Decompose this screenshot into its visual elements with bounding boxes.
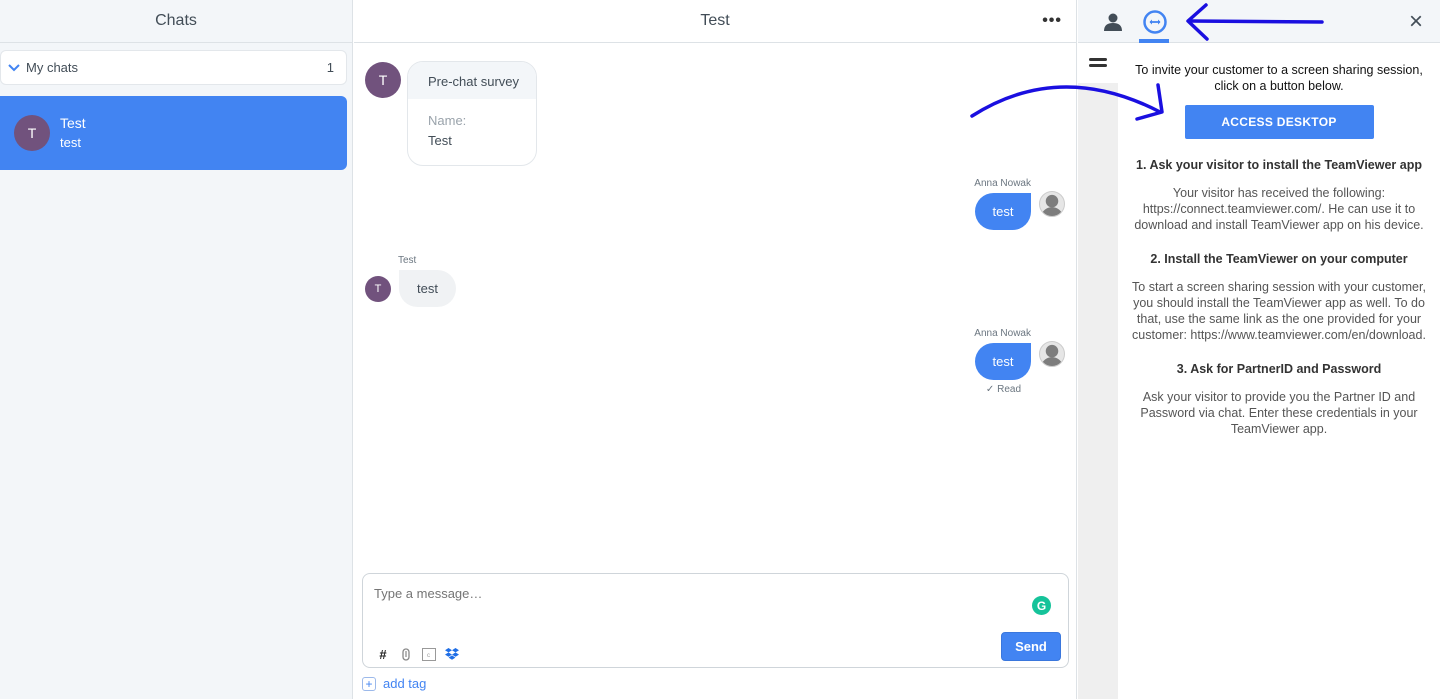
add-tag-label: add tag	[383, 676, 427, 691]
send-button[interactable]: Send	[1001, 632, 1061, 661]
agent-avatar	[1039, 191, 1065, 217]
plus-icon: +	[362, 676, 376, 691]
access-desktop-button[interactable]: ACCESS DESKTOP	[1184, 105, 1374, 139]
chat-header: Test •••	[354, 0, 1076, 43]
message-bubble: test	[975, 343, 1031, 380]
read-receipt: ✓ Read	[986, 384, 1021, 395]
close-icon[interactable]: ×	[1409, 10, 1423, 34]
chat-item-preview: test	[60, 135, 81, 150]
message-input[interactable]	[374, 586, 1014, 601]
step-title: 1. Ask your visitor to install the TeamV…	[1136, 158, 1422, 172]
my-chats-group-toggle[interactable]: My chats 1	[0, 50, 347, 85]
chat-title: Test	[700, 12, 730, 29]
teamviewer-instructions: To invite your customer to a screen shar…	[1118, 43, 1440, 437]
chats-panel: Chats My chats 1 T Test test	[0, 0, 353, 699]
svg-text:c: c	[427, 653, 430, 659]
step-text: To start a screen sharing session with y…	[1132, 280, 1426, 342]
grammarly-icon[interactable]: G	[1032, 596, 1051, 615]
invite-intro-text: To invite your customer to a screen shar…	[1135, 63, 1423, 93]
hashtag-icon[interactable]: #	[376, 647, 390, 662]
canned-response-icon[interactable]: c	[422, 647, 436, 661]
read-status: Read	[997, 384, 1021, 395]
step-title: 2. Install the TeamViewer on your comput…	[1150, 252, 1408, 266]
survey-title: Pre-chat survey	[408, 62, 536, 99]
survey-field-value: Test	[428, 133, 452, 148]
agent-avatar	[1039, 341, 1065, 367]
chat-item-name: Test	[60, 115, 86, 131]
dropbox-icon[interactable]	[445, 647, 459, 661]
message-bubble: test	[399, 270, 456, 307]
pre-chat-survey-card: Pre-chat survey Name: Test	[407, 61, 537, 166]
chat-panel: Test ••• T Pre-chat survey Name: Test An…	[354, 0, 1077, 699]
message-bubble: test	[975, 193, 1031, 230]
message-author: Anna Nowak	[974, 178, 1031, 189]
paperclip-icon[interactable]	[399, 647, 413, 661]
side-panel: × To invite your customer to a screen sh…	[1078, 0, 1440, 699]
more-options-icon[interactable]: •••	[1042, 12, 1062, 30]
customer-details-icon[interactable]	[1099, 8, 1127, 36]
teamviewer-icon[interactable]	[1141, 8, 1169, 36]
visitor-avatar: T	[365, 62, 401, 98]
side-panel-tabs: ×	[1078, 0, 1440, 43]
step-text: Your visitor has received the following:…	[1134, 186, 1424, 232]
message-author: Anna Nowak	[974, 328, 1031, 339]
check-icon: ✓	[985, 384, 995, 395]
survey-field-label: Name:	[428, 113, 467, 128]
add-tag-button[interactable]: + add tag	[362, 676, 426, 691]
drag-handle-icon[interactable]	[1078, 43, 1118, 83]
side-panel-gutter	[1078, 43, 1118, 699]
avatar: T	[14, 115, 50, 151]
agent-message: Anna Nowak test	[974, 178, 1065, 230]
chevron-down-icon	[8, 62, 20, 74]
message-composer: G # c Send	[362, 573, 1069, 668]
my-chats-count: 1	[326, 60, 334, 75]
message-author: Test	[398, 255, 417, 266]
visitor-avatar: T	[365, 275, 391, 302]
chat-list-item[interactable]: T Test test	[0, 96, 347, 170]
agent-message: Anna Nowak test ✓ Read	[974, 328, 1065, 395]
chats-panel-title: Chats	[0, 0, 352, 43]
step-title: 3. Ask for PartnerID and Password	[1176, 362, 1382, 376]
step-text: Ask your visitor to provide you the Part…	[1140, 390, 1418, 436]
my-chats-label: My chats	[26, 60, 79, 75]
visitor-message: Test T test	[365, 255, 456, 307]
